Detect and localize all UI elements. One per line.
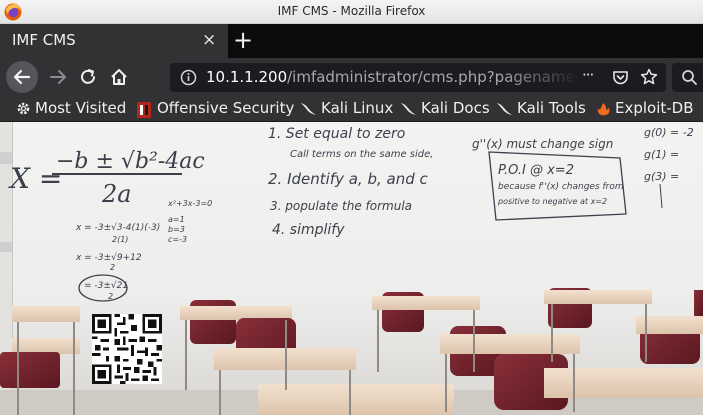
- page-actions-more-button[interactable]: ···: [582, 66, 594, 84]
- close-tab-icon[interactable]: ×: [202, 30, 216, 50]
- info-icon[interactable]: [180, 69, 197, 86]
- search-icon: [682, 70, 697, 85]
- home-button[interactable]: [103, 61, 135, 93]
- bookmark-label: Offensive Security: [157, 99, 295, 117]
- bookmarks-toolbar: Most Visited Offensive Security Kali Lin…: [0, 96, 703, 122]
- bookmark-most-visited[interactable]: Most Visited: [16, 98, 128, 120]
- whiteboard-poi: P.O.I @ x=2: [498, 163, 574, 178]
- whiteboard-abc: a=1: [168, 215, 185, 224]
- whiteboard-side-note: g''(x) must change sign: [472, 137, 613, 151]
- bookmark-label: Kali Docs: [421, 99, 490, 117]
- navigation-toolbar: 10.1.1.200/imfadministrator/cms.php?page…: [0, 58, 703, 96]
- whiteboard-step: 1. Set equal to zero: [268, 126, 405, 142]
- whiteboard-work: x = -3±√3-4(1)(-3): [75, 222, 160, 233]
- back-arrow-icon: [13, 69, 31, 85]
- home-icon: [111, 69, 127, 85]
- tab-title: IMF CMS: [12, 31, 76, 49]
- whiteboard-step: 4. simplify: [272, 222, 345, 238]
- whiteboard-right-column: g(0) = -2: [644, 126, 694, 139]
- bookmark-kali-tools[interactable]: Kali Tools: [496, 98, 588, 120]
- qr-code-image: [92, 314, 162, 384]
- whiteboard-right-column: g(3) =: [644, 170, 679, 183]
- tab-strip: IMF CMS × +: [0, 24, 703, 58]
- kali-dragon-icon: [497, 103, 512, 115]
- whiteboard-abc: c=-3: [168, 235, 187, 244]
- whiteboard-poi: because f''(x) changes from: [498, 182, 624, 192]
- kali-dragon-icon: [401, 103, 416, 115]
- bookmark-exploit-db[interactable]: Exploit-DB: [596, 98, 696, 120]
- whiteboard-step: 3. populate the formula: [270, 199, 412, 213]
- reload-button[interactable]: [72, 61, 104, 93]
- gear-icon: [17, 102, 30, 115]
- window-title: IMF CMS - Mozilla Firefox: [277, 4, 426, 18]
- page-content: X = −b ± √b²-4ac 2a 1. Set equal to zero…: [0, 122, 703, 415]
- new-tab-button[interactable]: +: [232, 25, 254, 55]
- whiteboard-right-column: g(1) =: [644, 148, 679, 161]
- offsec-icon: [137, 102, 151, 118]
- whiteboard-poi: positive to negative at x=2: [497, 197, 607, 206]
- tab-imf-cms[interactable]: IMF CMS ×: [0, 24, 228, 58]
- address-bar[interactable]: 10.1.1.200/imfadministrator/cms.php?page…: [170, 63, 666, 92]
- url-host: 10.1.1.200: [206, 68, 288, 86]
- whiteboard-abc: b=3: [168, 225, 185, 234]
- whiteboard-formula-x: X =: [8, 162, 62, 195]
- bookmark-kali-linux[interactable]: Kali Linux: [300, 98, 394, 120]
- url-fade: [500, 63, 580, 92]
- pocket-icon[interactable]: [612, 69, 629, 86]
- back-button[interactable]: [6, 61, 38, 93]
- bookmark-star-icon[interactable]: [640, 68, 658, 86]
- bookmark-offensive-security[interactable]: Offensive Security: [136, 98, 294, 120]
- whiteboard-work: x = -3±√9+12: [75, 252, 142, 263]
- forward-arrow-icon: [50, 70, 66, 84]
- bookmark-label: Kali Linux: [321, 99, 394, 117]
- bookmark-label: Exploit-DB: [615, 99, 694, 117]
- whiteboard-formula-denominator: 2a: [101, 180, 132, 208]
- qr-code[interactable]: [92, 314, 162, 384]
- whiteboard-equation: x²+3x-3=0: [167, 199, 212, 208]
- whiteboard-work: = -3±√21: [84, 280, 128, 291]
- bookmark-label: Kali Tools: [517, 99, 586, 117]
- whiteboard-work: 2(1): [112, 235, 128, 244]
- bookmark-label: Most Visited: [35, 99, 127, 117]
- reload-icon: [81, 69, 95, 84]
- forward-button[interactable]: [42, 61, 74, 93]
- kali-dragon-icon: [301, 103, 316, 115]
- exploitdb-icon: [597, 103, 610, 116]
- bookmark-kali-docs[interactable]: Kali Docs: [400, 98, 490, 120]
- whiteboard-step: 2. Identify a, b, and c: [268, 170, 429, 188]
- window-titlebar: IMF CMS - Mozilla Firefox: [0, 0, 703, 24]
- search-box[interactable]: [672, 63, 703, 92]
- whiteboard-work: 2: [110, 263, 115, 272]
- whiteboard-formula-numerator: −b ± √b²-4ac: [56, 149, 205, 174]
- whiteboard-step: Call terms on the same side,: [290, 149, 433, 160]
